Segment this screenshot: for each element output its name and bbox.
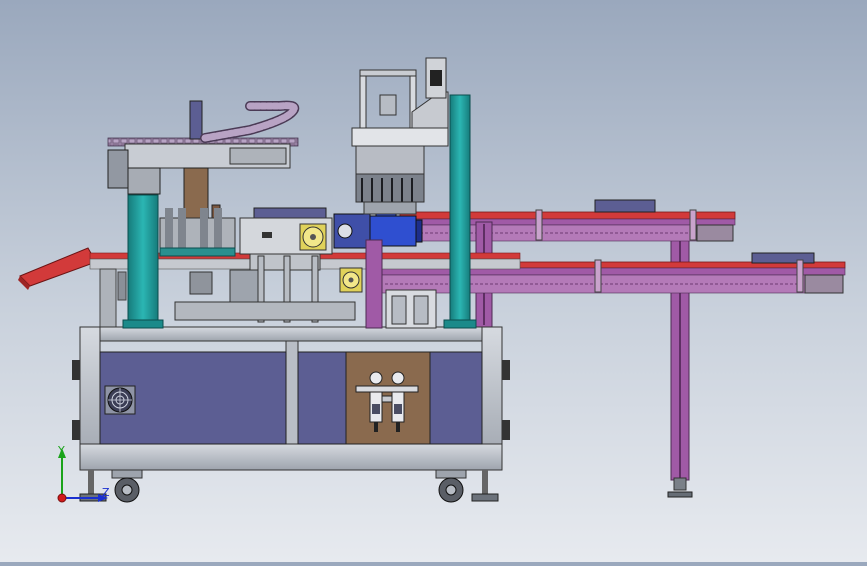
fan-grill-icon xyxy=(104,385,136,415)
upper-conveyor-box xyxy=(594,199,656,213)
right-pick-head xyxy=(351,57,449,215)
leveling-foot-icon xyxy=(667,491,693,498)
base-cabinet xyxy=(72,326,510,471)
left-teal-column xyxy=(122,194,164,329)
infeed-chute xyxy=(18,247,97,290)
cable-chain-icon xyxy=(200,100,300,143)
axis-z-label: Z xyxy=(102,486,110,499)
leveling-foot-icon xyxy=(79,470,499,502)
lower-conveyor-box xyxy=(751,252,815,264)
cad-viewport[interactable]: Y Z xyxy=(0,0,867,562)
axis-y-label: Y xyxy=(57,444,65,457)
right-support-leg xyxy=(667,219,693,498)
caster-wheel-icon xyxy=(111,469,467,503)
